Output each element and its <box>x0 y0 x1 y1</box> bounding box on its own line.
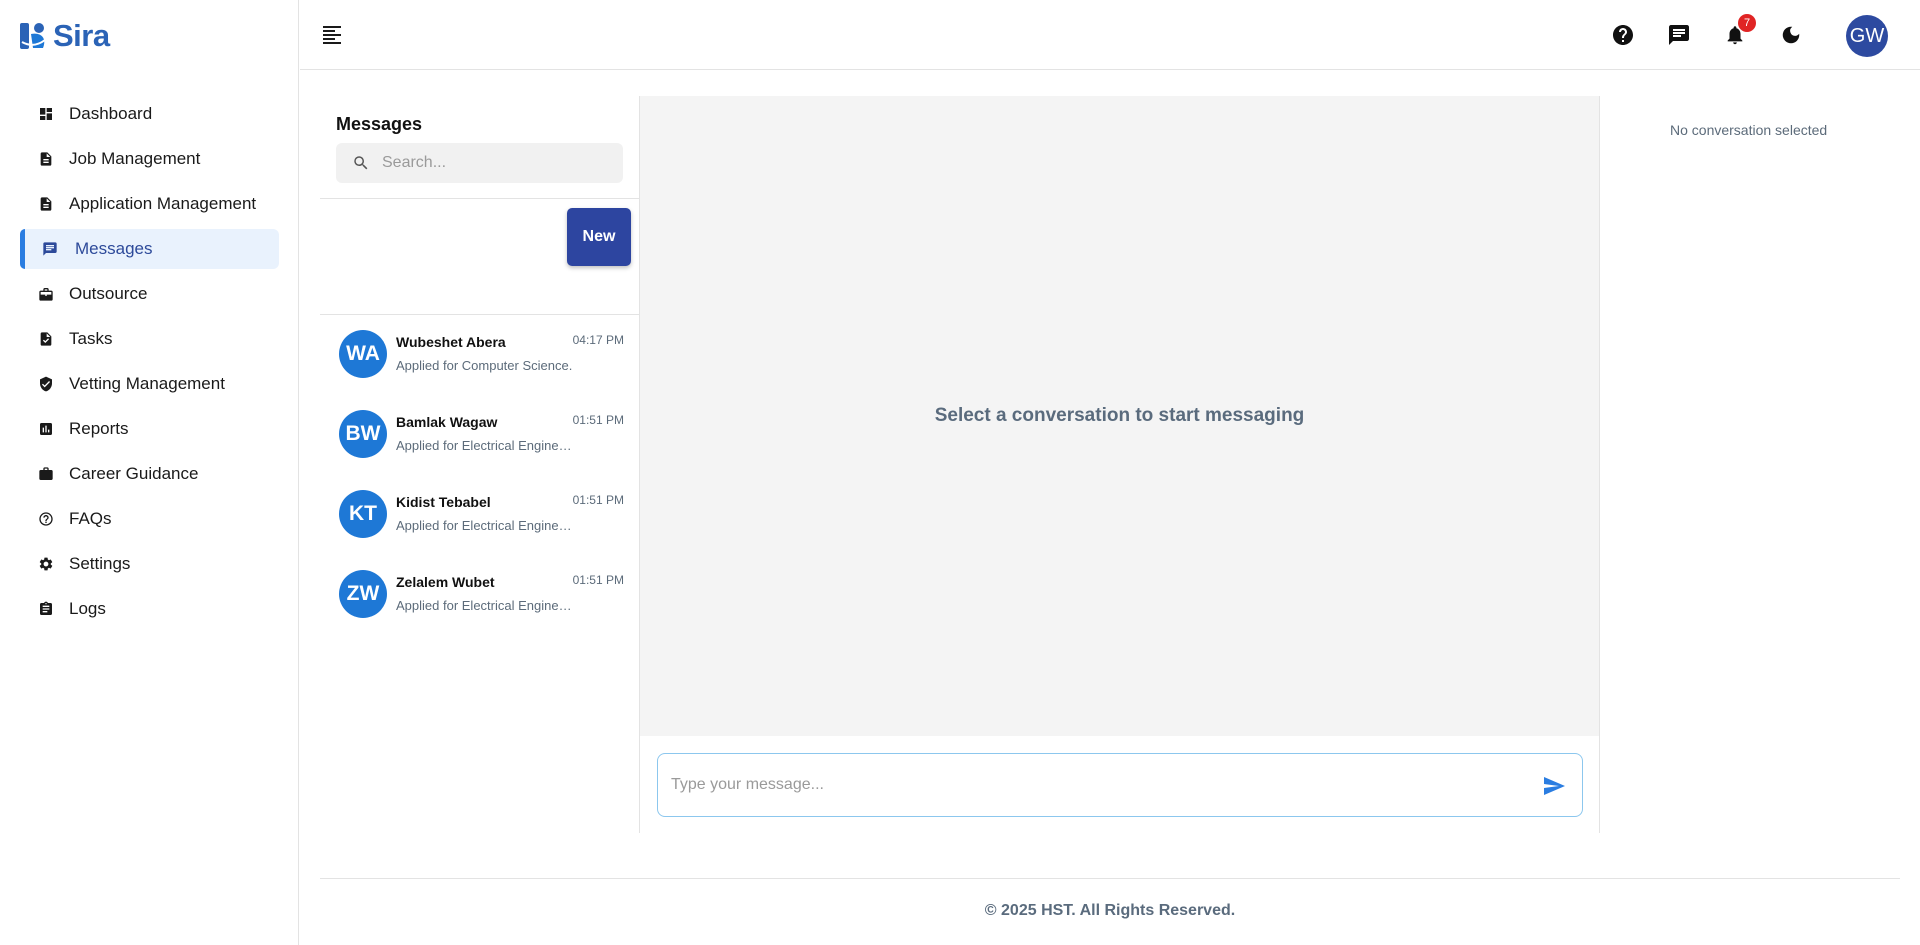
sidebar-item-label: Logs <box>69 599 106 618</box>
sidebar-item-label: Job Management <box>69 149 201 168</box>
details-empty-text: No conversation selected <box>1670 122 1828 138</box>
chat-empty-state: Select a conversation to start messaging <box>640 96 1599 736</box>
notification-bell-icon[interactable]: 7 <box>1722 14 1756 48</box>
conversation-item[interactable]: ZW Zelalem Wubet 01:51 PM Applied for El… <box>320 570 640 650</box>
gear-icon <box>38 556 54 572</box>
sidebar-item-label: Vetting Management <box>69 374 225 393</box>
send-icon[interactable] <box>1542 774 1566 798</box>
chat-empty-text: Select a conversation to start messaging <box>934 405 1305 426</box>
contact-name: Zelalem Wubet <box>396 574 495 590</box>
message-input[interactable] <box>671 776 1531 794</box>
sidebar-item-label: Career Guidance <box>69 464 199 483</box>
sidebar-item-label: Dashboard <box>69 104 153 123</box>
divider <box>320 314 640 315</box>
briefcase-icon <box>38 466 54 482</box>
sidebar-item-reports[interactable]: Reports <box>20 409 279 449</box>
sidebar-item-logs[interactable]: Logs <box>20 589 279 629</box>
help-icon[interactable] <box>1610 22 1636 48</box>
app-logo[interactable]: Sira <box>19 18 110 54</box>
message-time: 01:51 PM <box>572 573 624 587</box>
shield-check-icon <box>38 376 54 392</box>
conversation-item[interactable]: KT Kidist Tebabel 01:51 PM Applied for E… <box>320 490 640 570</box>
sidebar-item-outsource[interactable]: Outsource <box>20 274 279 314</box>
chat-icon[interactable] <box>1666 22 1692 48</box>
contact-name: Wubeshet Abera <box>396 334 506 350</box>
sidebar-item-career-guidance[interactable]: Career Guidance <box>20 454 279 494</box>
sira-logo-icon <box>20 23 46 49</box>
bar-chart-icon <box>38 421 54 437</box>
clipboard-icon <box>38 601 54 617</box>
notification-badge: 7 <box>1738 14 1756 32</box>
dark-mode-icon[interactable] <box>1778 22 1804 48</box>
contact-name: Kidist Tebabel <box>396 494 491 510</box>
sidebar-item-messages[interactable]: Messages <box>20 229 279 269</box>
divider <box>320 198 640 199</box>
chat-panel: Select a conversation to start messaging <box>640 96 1600 833</box>
sidebar-item-label: Application Management <box>69 194 257 213</box>
message-time: 04:17 PM <box>572 333 624 347</box>
message-time: 01:51 PM <box>572 493 624 507</box>
message-time: 01:51 PM <box>572 413 624 427</box>
sidebar-nav: Dashboard Job Management Application Man… <box>20 94 279 634</box>
message-preview: Applied for Computer Science. <box>396 358 573 373</box>
conversation-item[interactable]: BW Bamlak Wagaw 01:51 PM Applied for Ele… <box>320 410 640 490</box>
app-name: Sira <box>53 18 110 53</box>
conversation-item[interactable]: WA Wubeshet Abera 04:17 PM Applied for C… <box>320 330 640 410</box>
footer-text: © 2025 HST. All Rights Reserved. <box>984 902 1236 919</box>
search-icon <box>354 156 368 170</box>
briefcase-outline-icon <box>38 286 54 302</box>
task-icon <box>38 331 54 347</box>
contact-name: Bamlak Wagaw <box>396 414 498 430</box>
divider <box>320 878 1900 879</box>
conversation-items: WA Wubeshet Abera 04:17 PM Applied for C… <box>320 330 640 650</box>
sidebar-item-dashboard[interactable]: Dashboard <box>20 94 279 134</box>
message-icon <box>42 241 58 257</box>
sidebar-item-application-management[interactable]: Application Management <box>20 184 279 224</box>
search-input[interactable] <box>382 154 612 172</box>
sidebar-item-label: Settings <box>69 554 131 573</box>
message-preview: Applied for Electrical Engineering <box>396 438 576 453</box>
user-avatar[interactable]: GW <box>1846 15 1888 57</box>
search-box <box>336 143 623 183</box>
sidebar-item-label: FAQs <box>69 509 112 528</box>
message-preview: Applied for Electrical Engineering <box>396 518 576 533</box>
document-icon <box>38 151 54 167</box>
dashboard-icon <box>38 106 54 122</box>
message-composer <box>657 753 1583 817</box>
new-conversation-button[interactable]: New <box>567 208 631 266</box>
conversation-list: Messages New WA Wubeshet Abera 04:17 PM … <box>320 96 640 833</box>
topbar: 7 GW <box>300 0 1920 70</box>
sidebar-item-label: Tasks <box>69 329 113 348</box>
menu-toggle-icon[interactable] <box>320 23 344 47</box>
document-icon <box>38 196 54 212</box>
contact-avatar: ZW <box>339 570 387 618</box>
sidebar-item-tasks[interactable]: Tasks <box>20 319 279 359</box>
sidebar-item-settings[interactable]: Settings <box>20 544 279 584</box>
contact-avatar: WA <box>339 330 387 378</box>
contact-avatar: BW <box>339 410 387 458</box>
sidebar-item-faqs[interactable]: FAQs <box>20 499 279 539</box>
sidebar-item-label: Outsource <box>69 284 148 303</box>
sidebar-item-vetting-management[interactable]: Vetting Management <box>20 364 279 404</box>
sidebar-item-job-management[interactable]: Job Management <box>20 139 279 179</box>
help-outline-icon <box>38 511 54 527</box>
sidebar-item-label: Reports <box>69 419 129 438</box>
message-preview: Applied for Electrical Engineering <box>396 598 576 613</box>
sidebar: Sira Dashboard Job Management Applicatio… <box>0 0 299 945</box>
sidebar-item-label: Messages <box>75 239 153 258</box>
conversation-list-title: Messages <box>336 114 423 134</box>
contact-avatar: KT <box>339 490 387 538</box>
